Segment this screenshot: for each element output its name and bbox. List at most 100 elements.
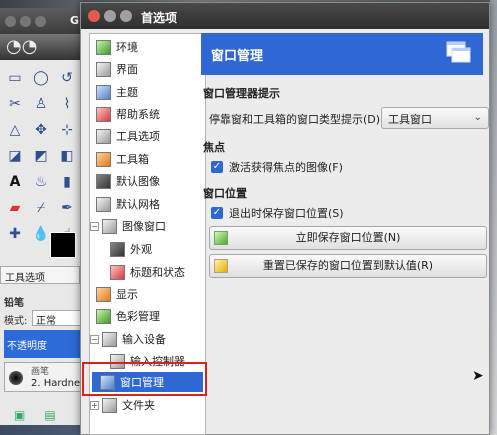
foreground-select-icon[interactable]: ♙ <box>30 92 52 116</box>
brush-preview-icon <box>9 371 23 385</box>
move-icon[interactable]: ✥ <box>30 118 52 142</box>
eraser-icon[interactable]: ▰ <box>4 196 26 220</box>
tree-item-image-window[interactable]: − 图像窗口 <box>90 216 166 236</box>
minimize-button[interactable] <box>104 10 116 22</box>
rotate-icon[interactable]: ◪ <box>4 144 26 168</box>
lasso-icon[interactable]: ↺ <box>56 66 78 90</box>
window-management-icon <box>446 41 471 63</box>
save-on-exit-label: 退出时保存窗口位置(S) <box>229 207 344 220</box>
checkbox-checked-icon: ✓ <box>211 161 223 173</box>
tree-item-color-management[interactable]: 色彩管理 <box>96 306 160 326</box>
tool-name: 铅笔 <box>4 298 24 309</box>
tool-options-tab[interactable]: 工具选项 <box>0 266 80 284</box>
environment-icon <box>96 39 111 55</box>
shear-icon[interactable]: ◧ <box>56 144 78 168</box>
tree-item-label: 环境 <box>116 41 138 54</box>
tree-item-label: 主题 <box>116 86 138 99</box>
dialog-titlebar: 首选项 <box>81 3 489 29</box>
scale-icon[interactable]: ◩ <box>30 144 52 168</box>
folders-icon <box>102 397 117 413</box>
close-button[interactable] <box>88 10 100 22</box>
blur-icon[interactable]: 💧 <box>30 222 52 246</box>
tree-item-label: 工具箱 <box>116 153 149 166</box>
tree-item-title-status[interactable]: 标题和状态 <box>110 262 185 282</box>
save-icon <box>214 231 228 245</box>
tree-item-toolbox[interactable]: 工具箱 <box>96 149 149 169</box>
tree-item-appearance[interactable]: 外观 <box>110 239 152 259</box>
tree-item-label: 图像窗口 <box>122 220 166 233</box>
measure-icon[interactable]: △ <box>4 118 26 142</box>
dialog-title: 首选项 <box>141 11 178 25</box>
focus-checkbox[interactable]: ✓ 激活获得焦点的图像(F) <box>211 159 343 175</box>
save-on-exit-checkbox[interactable]: ✓ 退出时保存窗口位置(S) <box>211 205 344 221</box>
red-highlight-annotation <box>82 362 207 396</box>
desktop-right <box>490 0 497 435</box>
tree-item-default-image[interactable]: 默认图像 <box>96 171 160 191</box>
hint-type-value: 工具窗口 <box>388 113 432 126</box>
scissors-icon[interactable]: ✂ <box>4 92 26 116</box>
hint-type-label: 停靠窗和工具箱的窗口类型提示(D): <box>209 113 384 126</box>
chevron-down-icon: ⌄ <box>473 112 482 123</box>
save-window-positions-now-button[interactable]: 立即保存窗口位置(N) <box>209 226 487 250</box>
title-status-icon <box>110 264 125 280</box>
section-window-manager-hints: 窗口管理器提示 <box>203 87 280 100</box>
heal-icon[interactable]: ✚ <box>4 222 26 246</box>
restore-options-icon[interactable]: ▤ <box>44 408 55 422</box>
toolbox-max-dot[interactable] <box>35 16 46 27</box>
align-icon[interactable]: ⊹ <box>56 118 78 142</box>
input-devices-icon <box>102 331 117 347</box>
reset-label: 重置已保存的窗口位置到默认值(R) <box>262 259 434 272</box>
tree-item-label: 工具选项 <box>116 130 160 143</box>
airbrush-icon[interactable]: ⌿ <box>30 196 52 220</box>
toolbox-min-dot[interactable] <box>20 16 31 27</box>
toolbox-icon <box>96 151 111 167</box>
focus-checkbox-label: 激活获得焦点的图像(F) <box>229 161 343 174</box>
gradient-icon[interactable]: ▮ <box>56 170 78 194</box>
ellipse-select-icon[interactable]: ◯ <box>30 66 52 90</box>
pane-header: 窗口管理 <box>201 33 483 75</box>
mode-label: 模式: <box>4 316 28 327</box>
ink-icon[interactable]: ✒ <box>56 196 78 220</box>
tree-item-label: 默认图像 <box>116 175 160 188</box>
display-icon <box>96 286 111 302</box>
paths-icon[interactable]: ⌇ <box>56 92 78 116</box>
collapse-icon[interactable]: − <box>90 334 99 344</box>
maximize-button[interactable] <box>120 10 132 22</box>
tree-item-label: 界面 <box>116 63 138 76</box>
tree-item-label: 外观 <box>130 243 152 256</box>
tool-options-icon <box>96 128 111 144</box>
section-focus: 焦点 <box>203 141 225 154</box>
tree-item-theme[interactable]: 主题 <box>96 82 138 102</box>
page-title: 窗口管理 <box>211 49 264 64</box>
tree-item-label: 显示 <box>116 288 138 301</box>
save-options-icon[interactable]: ▣ <box>14 408 25 422</box>
brush-label: 画笔 <box>31 367 50 377</box>
checkbox-checked-icon: ✓ <box>211 207 223 219</box>
tree-item-label: 标题和状态 <box>130 266 185 279</box>
expand-icon[interactable]: + <box>90 400 99 410</box>
tree-item-interface[interactable]: 界面 <box>96 59 138 79</box>
bucket-fill-icon[interactable]: ♨ <box>30 170 52 194</box>
tree-item-label: 文件夹 <box>122 399 155 412</box>
reset-icon <box>214 259 228 273</box>
collapse-icon[interactable]: − <box>90 221 99 231</box>
section-window-position: 窗口位置 <box>203 187 247 200</box>
tree-item-input-devices[interactable]: − 输入设备 <box>90 329 166 349</box>
hint-type-select[interactable]: 工具窗口 ⌄ <box>381 107 489 129</box>
foreground-color-swatch[interactable] <box>50 232 76 258</box>
theme-icon <box>96 84 111 100</box>
tree-item-display[interactable]: 显示 <box>96 284 138 304</box>
toolbox-close-dot[interactable] <box>5 16 16 27</box>
text-icon[interactable]: A <box>4 170 26 194</box>
tree-item-label: 帮助系统 <box>116 108 160 121</box>
rect-select-icon[interactable]: ▭ <box>4 66 26 90</box>
tree-item-help-system[interactable]: 帮助系统 <box>96 104 160 124</box>
tree-item-tool-options[interactable]: 工具选项 <box>96 126 160 146</box>
tree-item-environment[interactable]: 环境 <box>96 37 138 57</box>
reset-window-positions-button[interactable]: 重置已保存的窗口位置到默认值(R) <box>209 254 487 278</box>
mouse-cursor-icon: ➤ <box>472 368 484 384</box>
default-image-icon <box>96 173 111 189</box>
tree-item-default-grid[interactable]: 默认网格 <box>96 194 160 214</box>
tool-options-tab-label: 工具选项 <box>5 273 45 284</box>
tree-item-folders[interactable]: + 文件夹 <box>90 395 155 415</box>
